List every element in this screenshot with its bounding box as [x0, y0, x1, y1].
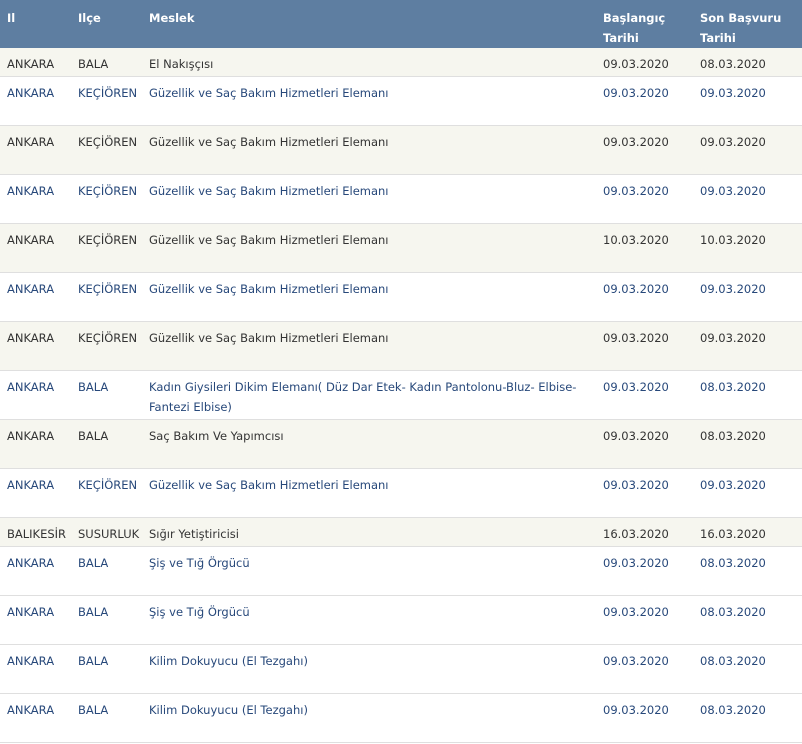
cell-deadline: 08.03.2020	[693, 546, 802, 596]
cell-start-date: 09.03.2020	[596, 595, 693, 645]
cell-profession[interactable]: Kadın Giysileri Dikim Elemanı( Düz Dar E…	[142, 370, 596, 420]
cell-start-date: 09.03.2020	[596, 693, 693, 743]
cell-deadline: 08.03.2020	[693, 48, 802, 77]
cell-district: BALA	[71, 419, 142, 469]
cell-deadline: 08.03.2020	[693, 693, 802, 743]
cell-profession[interactable]: Güzellik ve Saç Bakım Hizmetleri Elemanı	[142, 272, 596, 322]
cell-district: KEÇİÖREN	[71, 468, 142, 518]
cell-start-date: 09.03.2020	[596, 272, 693, 322]
cell-start-date: 09.03.2020	[596, 174, 693, 224]
cell-deadline: 09.03.2020	[693, 321, 802, 371]
cell-profession[interactable]: Sığır Yetiştiricisi	[142, 517, 596, 547]
cell-profession[interactable]: Güzellik ve Saç Bakım Hizmetleri Elemanı	[142, 76, 596, 126]
table-row[interactable]: ANKARA KEÇİÖREN Güzellik ve Saç Bakım Hi…	[0, 125, 802, 175]
cell-district: KEÇİÖREN	[71, 272, 142, 322]
cell-profession[interactable]: Güzellik ve Saç Bakım Hizmetleri Elemanı	[142, 125, 596, 175]
cell-district: BALA	[71, 595, 142, 645]
cell-province: ANKARA	[0, 546, 71, 596]
cell-province: ANKARA	[0, 644, 71, 694]
cell-start-date: 09.03.2020	[596, 644, 693, 694]
cell-province: ANKARA	[0, 125, 71, 175]
cell-start-date: 09.03.2020	[596, 125, 693, 175]
cell-province: ANKARA	[0, 693, 71, 743]
cell-deadline: 09.03.2020	[693, 76, 802, 126]
cell-district: BALA	[71, 693, 142, 743]
course-table: Il Ilçe Meslek Başlangıç Tarihi Son Başv…	[0, 0, 802, 743]
table-row[interactable]: ANKARA BALA Şiş ve Tığ Örgücü 09.03.2020…	[0, 546, 802, 596]
table-row[interactable]: ANKARA BALA Saç Bakım Ve Yapımcısı 09.03…	[0, 419, 802, 469]
cell-start-date: 09.03.2020	[596, 48, 693, 77]
table-row[interactable]: ANKARA KEÇİÖREN Güzellik ve Saç Bakım Hi…	[0, 321, 802, 371]
cell-profession[interactable]: Saç Bakım Ve Yapımcısı	[142, 419, 596, 469]
table-row[interactable]: ANKARA BALA Şiş ve Tığ Örgücü 09.03.2020…	[0, 595, 802, 645]
header-province[interactable]: Il	[0, 0, 71, 48]
table-row[interactable]: ANKARA KEÇİÖREN Güzellik ve Saç Bakım Hi…	[0, 468, 802, 518]
cell-province: ANKARA	[0, 370, 71, 420]
cell-district: KEÇİÖREN	[71, 321, 142, 371]
header-row: Il Ilçe Meslek Başlangıç Tarihi Son Başv…	[0, 0, 802, 48]
cell-profession[interactable]: Şiş ve Tığ Örgücü	[142, 546, 596, 596]
table-row[interactable]: ANKARA BALA El Nakışçısı 09.03.2020 08.0…	[0, 48, 802, 77]
cell-province: ANKARA	[0, 223, 71, 273]
cell-district: BALA	[71, 370, 142, 420]
cell-profession[interactable]: El Nakışçısı	[142, 48, 596, 77]
cell-profession[interactable]: Şiş ve Tığ Örgücü	[142, 595, 596, 645]
cell-profession[interactable]: Güzellik ve Saç Bakım Hizmetleri Elemanı	[142, 468, 596, 518]
cell-deadline: 09.03.2020	[693, 174, 802, 224]
header-deadline[interactable]: Son Başvuru Tarihi	[693, 0, 802, 48]
cell-province: ANKARA	[0, 48, 71, 77]
cell-deadline: 09.03.2020	[693, 272, 802, 322]
cell-province: ANKARA	[0, 174, 71, 224]
table-row[interactable]: ANKARA BALA Kadın Giysileri Dikim Eleman…	[0, 370, 802, 420]
cell-district: SUSURLUK	[71, 517, 142, 547]
cell-district: KEÇİÖREN	[71, 76, 142, 126]
table-row[interactable]: ANKARA BALA Kilim Dokuyucu (El Tezgahı) …	[0, 644, 802, 694]
cell-profession[interactable]: Güzellik ve Saç Bakım Hizmetleri Elemanı	[142, 321, 596, 371]
table-row[interactable]: BALIKESİR SUSURLUK Sığır Yetiştiricisi 1…	[0, 517, 802, 547]
cell-deadline: 16.03.2020	[693, 517, 802, 547]
table-header: Il Ilçe Meslek Başlangıç Tarihi Son Başv…	[0, 0, 802, 48]
cell-start-date: 10.03.2020	[596, 223, 693, 273]
table-row[interactable]: ANKARA KEÇİÖREN Güzellik ve Saç Bakım Hi…	[0, 223, 802, 273]
cell-deadline: 08.03.2020	[693, 595, 802, 645]
cell-start-date: 09.03.2020	[596, 321, 693, 371]
cell-district: KEÇİÖREN	[71, 174, 142, 224]
cell-province: ANKARA	[0, 272, 71, 322]
cell-start-date: 09.03.2020	[596, 546, 693, 596]
cell-district: BALA	[71, 546, 142, 596]
cell-province: ANKARA	[0, 321, 71, 371]
table-row[interactable]: ANKARA KEÇİÖREN Güzellik ve Saç Bakım Hi…	[0, 174, 802, 224]
cell-start-date: 16.03.2020	[596, 517, 693, 547]
cell-district: BALA	[71, 644, 142, 694]
cell-profession[interactable]: Kilim Dokuyucu (El Tezgahı)	[142, 644, 596, 694]
cell-deadline: 08.03.2020	[693, 644, 802, 694]
cell-deadline: 10.03.2020	[693, 223, 802, 273]
cell-province: ANKARA	[0, 468, 71, 518]
header-start-date[interactable]: Başlangıç Tarihi	[596, 0, 693, 48]
cell-district: BALA	[71, 48, 142, 77]
cell-start-date: 09.03.2020	[596, 370, 693, 420]
header-profession[interactable]: Meslek	[142, 0, 596, 48]
cell-start-date: 09.03.2020	[596, 76, 693, 126]
cell-profession[interactable]: Güzellik ve Saç Bakım Hizmetleri Elemanı	[142, 223, 596, 273]
table-body: ANKARA BALA El Nakışçısı 09.03.2020 08.0…	[0, 48, 802, 743]
header-district[interactable]: Ilçe	[71, 0, 142, 48]
table-row[interactable]: ANKARA KEÇİÖREN Güzellik ve Saç Bakım Hi…	[0, 272, 802, 322]
cell-start-date: 09.03.2020	[596, 419, 693, 469]
cell-profession[interactable]: Güzellik ve Saç Bakım Hizmetleri Elemanı	[142, 174, 596, 224]
table-row[interactable]: ANKARA KEÇİÖREN Güzellik ve Saç Bakım Hi…	[0, 76, 802, 126]
cell-deadline: 09.03.2020	[693, 125, 802, 175]
cell-profession[interactable]: Kilim Dokuyucu (El Tezgahı)	[142, 693, 596, 743]
cell-province: ANKARA	[0, 419, 71, 469]
cell-deadline: 08.03.2020	[693, 370, 802, 420]
cell-province: BALIKESİR	[0, 517, 71, 547]
table-row[interactable]: ANKARA BALA Kilim Dokuyucu (El Tezgahı) …	[0, 693, 802, 743]
cell-province: ANKARA	[0, 595, 71, 645]
cell-province: ANKARA	[0, 76, 71, 126]
cell-deadline: 09.03.2020	[693, 468, 802, 518]
cell-start-date: 09.03.2020	[596, 468, 693, 518]
cell-district: KEÇİÖREN	[71, 125, 142, 175]
cell-deadline: 08.03.2020	[693, 419, 802, 469]
cell-district: KEÇİÖREN	[71, 223, 142, 273]
